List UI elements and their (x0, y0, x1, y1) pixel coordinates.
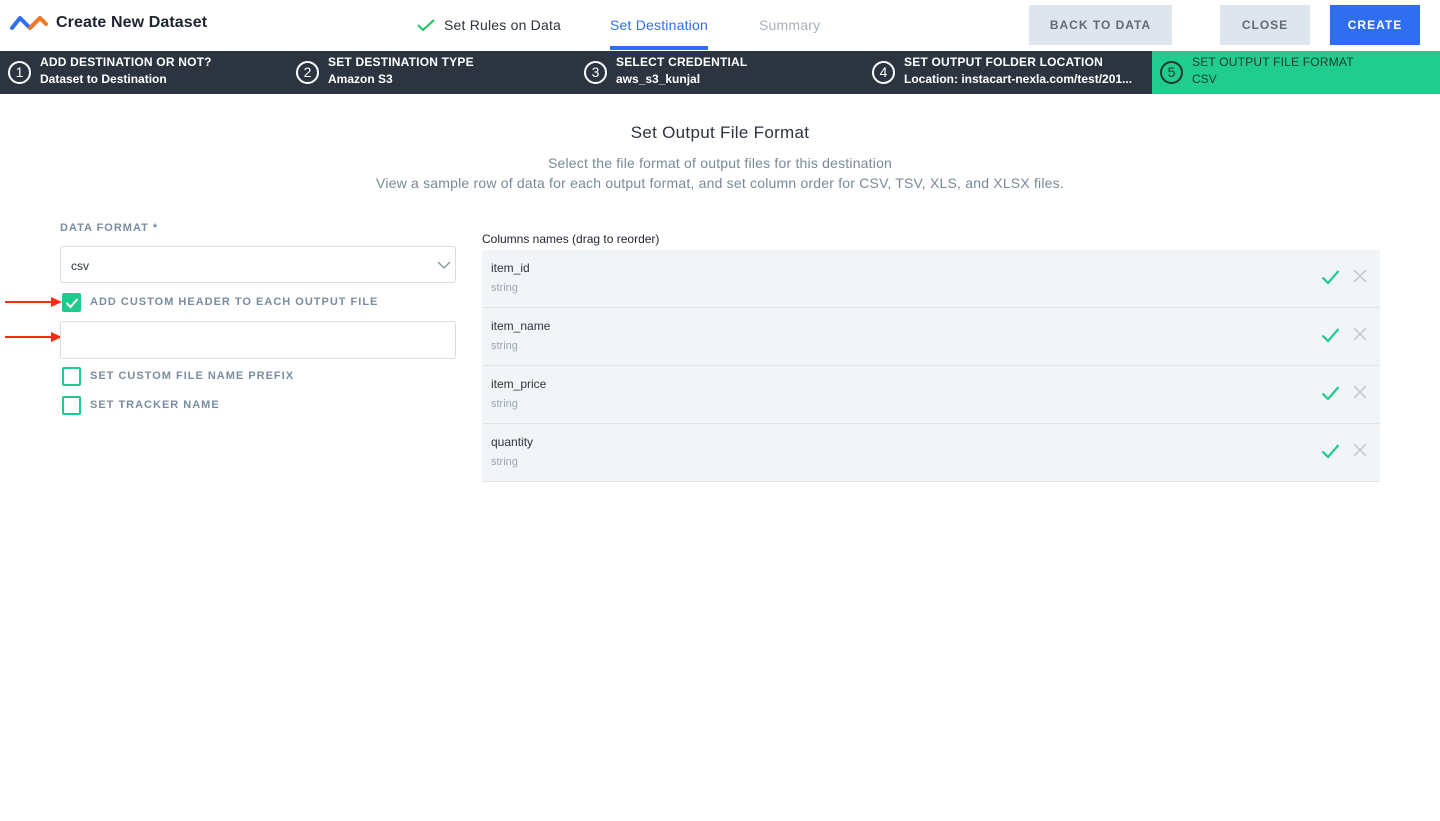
tab-label: Set Destination (610, 17, 708, 33)
step-value: CSV (1192, 72, 1217, 86)
chevron-down-icon (437, 261, 451, 270)
tab-set-destination[interactable]: Set Destination (610, 0, 708, 50)
column-row[interactable]: item_price string (482, 366, 1380, 424)
page-title: Set Output File Format (630, 123, 810, 142)
columns-label: Columns names (drag to reorder) (482, 232, 660, 246)
column-name: item_price (491, 377, 547, 391)
page-description: Select the file format of output files f… (547, 155, 893, 171)
data-format-select[interactable]: csv (60, 246, 456, 283)
step-add-destination[interactable]: 1 ADD DESTINATION OR NOT? Dataset to Des… (0, 51, 288, 94)
column-name: quantity (491, 435, 534, 449)
tracker-name-checkbox[interactable] (62, 396, 81, 415)
column-row[interactable]: item_id string (482, 250, 1380, 308)
column-type: string (491, 340, 518, 352)
step-value: aws_s3_kunjal (616, 72, 701, 86)
custom-header-label: ADD CUSTOM HEADER TO EACH OUTPUT FILE (90, 296, 379, 308)
page-description-detail: View a sample row of data for each outpu… (376, 175, 1064, 191)
column-row[interactable]: item_name string (482, 308, 1380, 366)
step-title: ADD DESTINATION OR NOT? (40, 55, 212, 69)
step-value: Dataset to Destination (40, 72, 167, 86)
data-format-value: csv (71, 259, 89, 273)
tab-summary[interactable]: Summary (759, 0, 820, 50)
column-name: item_id (491, 261, 530, 275)
tracker-name-label: SET TRACKER NAME (90, 399, 220, 411)
step-title: SET DESTINATION TYPE (328, 55, 474, 69)
custom-header-input[interactable] (60, 321, 456, 359)
step-value: Amazon S3 (328, 72, 393, 86)
column-row[interactable]: quantity string (482, 424, 1380, 482)
step-value: Location: instacart-nexla.com/test/201..… (904, 72, 1133, 86)
step-select-credential[interactable]: 3 SELECT CREDENTIAL aws_s3_kunjal (576, 51, 864, 94)
step-number: 1 (8, 61, 31, 84)
check-icon[interactable] (1321, 385, 1340, 401)
step-output-file-format[interactable]: 5 SET OUTPUT FILE FORMAT CSV (1152, 51, 1440, 94)
column-type: string (491, 456, 518, 468)
column-name: item_name (491, 319, 551, 333)
step-number: 5 (1160, 61, 1183, 84)
columns-list: item_id string item_name string item_pri… (482, 250, 1380, 482)
check-icon[interactable] (1321, 443, 1340, 459)
column-type: string (491, 282, 518, 294)
check-icon[interactable] (1321, 327, 1340, 343)
close-button[interactable]: CLOSE (1220, 5, 1310, 45)
close-icon[interactable] (1353, 443, 1367, 457)
step-destination-type[interactable]: 2 SET DESTINATION TYPE Amazon S3 (288, 51, 576, 94)
nexla-logo-icon (10, 16, 48, 30)
annotation-arrow-icon (5, 332, 62, 342)
data-format-label: DATA FORMAT * (60, 222, 159, 234)
file-prefix-checkbox[interactable] (62, 367, 81, 386)
file-prefix-label: SET CUSTOM FILE NAME PREFIX (90, 370, 295, 382)
annotation-arrow-icon (5, 297, 62, 307)
tab-label: Summary (759, 17, 821, 33)
top-bar: Create New Dataset Set Rules on Data Set… (0, 0, 1440, 72)
column-type: string (491, 398, 518, 410)
step-title: SELECT CREDENTIAL (616, 55, 748, 69)
tab-label: Set Rules on Data (444, 17, 562, 33)
app-title: Create New Dataset (56, 14, 208, 31)
tab-set-rules-on-data[interactable]: Set Rules on Data (416, 0, 561, 50)
create-button[interactable]: CREATE (1330, 5, 1420, 45)
close-icon[interactable] (1353, 385, 1367, 399)
checkmark-icon (65, 298, 79, 309)
custom-header-checkbox[interactable] (62, 293, 81, 312)
step-title: SET OUTPUT FILE FORMAT (1192, 55, 1354, 69)
destination-stepper: 1 ADD DESTINATION OR NOT? Dataset to Des… (0, 51, 1440, 94)
step-title: SET OUTPUT FOLDER LOCATION (904, 55, 1103, 69)
step-number: 4 (872, 61, 895, 84)
back-to-data-rules-button[interactable]: BACK TO DATA RULES (1029, 5, 1172, 72)
step-number: 2 (296, 61, 319, 84)
check-icon[interactable] (1321, 269, 1340, 285)
close-icon[interactable] (1353, 327, 1367, 341)
step-output-folder-location[interactable]: 4 SET OUTPUT FOLDER LOCATION Location: i… (864, 51, 1152, 94)
step-number: 3 (584, 61, 607, 84)
close-icon[interactable] (1353, 269, 1367, 283)
check-icon (417, 19, 435, 32)
